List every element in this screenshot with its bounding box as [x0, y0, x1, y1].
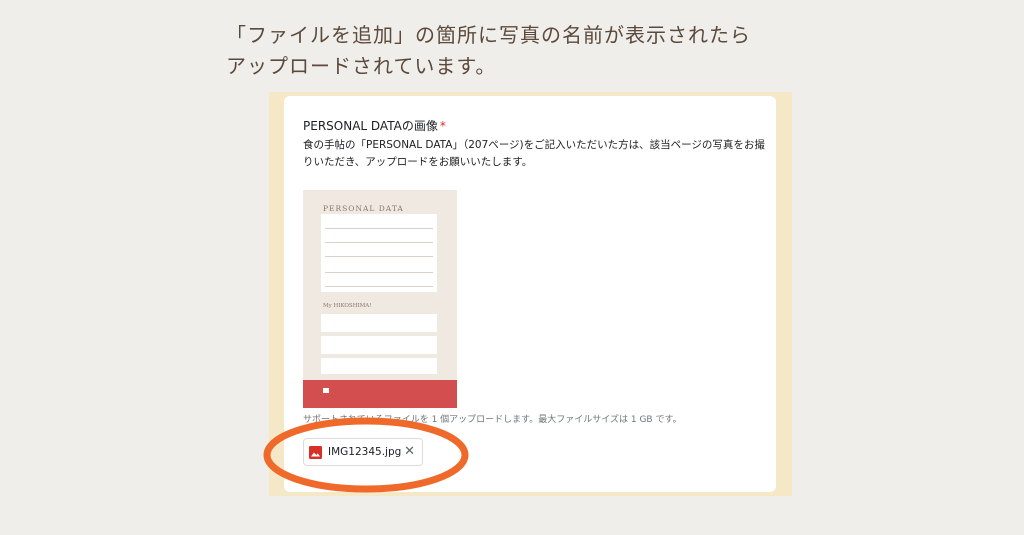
required-mark: *	[439, 119, 446, 133]
sample-line	[325, 242, 433, 243]
sample-banner	[303, 380, 457, 408]
instruction-line-2: アップロードされています。	[226, 54, 497, 78]
sample-line	[325, 272, 433, 273]
question-description: 食の手帖の「PERSONAL DATA」（207ページ)をご記入いただいた方は、…	[303, 139, 765, 168]
upload-support-text: サポートされているファイルを 1 個アップロードします。最大ファイルサイズは 1…	[303, 415, 682, 425]
sample-line	[325, 286, 433, 287]
question-title: PERSONAL DATAの画像 *	[303, 117, 446, 134]
instruction-line-1: 「ファイルを追加」の箇所に写真の名前が表示されたら	[226, 23, 751, 47]
sample-page-image: PERSONAL DATA My HIKOSHIMA!	[303, 190, 457, 408]
sample-form-box	[321, 214, 437, 292]
image-file-icon	[309, 446, 322, 459]
sample-line	[325, 256, 433, 257]
uploaded-file-name: IMG12345.jpg	[328, 446, 402, 458]
sample-image-title: PERSONAL DATA	[323, 204, 404, 213]
sample-answer-box	[321, 358, 437, 374]
sample-section-title: My HIKOSHIMA!	[323, 303, 372, 309]
question-title-text: PERSONAL DATAの画像	[303, 119, 438, 133]
sample-answer-box	[321, 314, 437, 332]
close-icon[interactable]: ✕	[404, 444, 415, 460]
sample-line	[325, 228, 433, 229]
instruction-heading: 「ファイルを追加」の箇所に写真の名前が表示されたら アップロードされています。	[226, 20, 846, 82]
sample-answer-box	[321, 336, 437, 354]
sample-banner-icon	[323, 388, 329, 393]
uploaded-file-chip[interactable]: IMG12345.jpg ✕	[303, 438, 423, 466]
